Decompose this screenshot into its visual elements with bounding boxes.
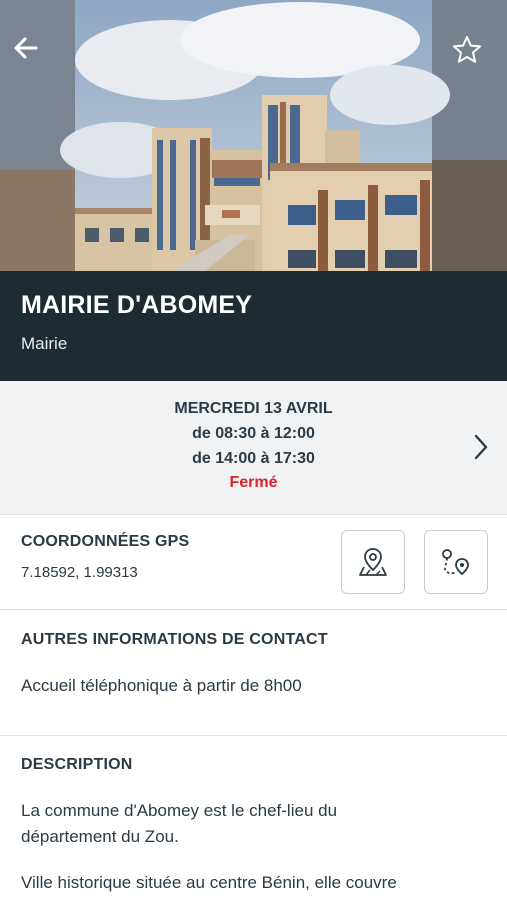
contact-text: Accueil téléphonique à partir de 8h00 xyxy=(21,676,302,695)
description-line: La commune d'Abomey est le chef-lieu du xyxy=(21,801,338,820)
hours-day: MERCREDI 13 AVRIL xyxy=(174,400,333,417)
description-line: département du Zou. xyxy=(21,827,179,846)
hours-slot-afternoon: de 14:00 à 17:30 xyxy=(192,450,315,467)
description-heading: DESCRIPTION xyxy=(21,756,133,773)
open-map-button[interactable] xyxy=(341,530,405,594)
star-outline-icon xyxy=(453,36,481,63)
title-band xyxy=(0,271,507,381)
divider xyxy=(0,609,507,610)
opening-hours-card[interactable]: MERCREDI 13 AVRIL de 08:30 à 12:00 de 14… xyxy=(0,381,507,514)
gps-heading: COORDONNÉES GPS xyxy=(21,533,190,550)
favorite-button[interactable] xyxy=(451,34,491,74)
building-photo xyxy=(0,0,507,271)
directions-button[interactable] xyxy=(424,530,488,594)
gps-coordinates: 7.18592, 1.99313 xyxy=(21,564,138,581)
divider xyxy=(0,514,507,515)
hours-slot-morning: de 08:30 à 12:00 xyxy=(192,425,315,442)
route-icon xyxy=(442,549,469,576)
chevron-right-icon xyxy=(474,434,488,460)
divider xyxy=(0,735,507,736)
description-line: Ville historique située au centre Bénin,… xyxy=(21,873,397,892)
hero-photo xyxy=(0,0,507,271)
hours-status: Fermé xyxy=(229,474,278,491)
back-button[interactable] xyxy=(12,34,52,74)
map-pin-icon xyxy=(359,548,387,576)
arrow-left-icon xyxy=(14,37,38,59)
contact-heading: AUTRES INFORMATIONS DE CONTACT xyxy=(21,631,328,648)
category-label: Mairie xyxy=(21,334,68,353)
page-title: MAIRIE D'ABOMEY xyxy=(21,291,253,319)
